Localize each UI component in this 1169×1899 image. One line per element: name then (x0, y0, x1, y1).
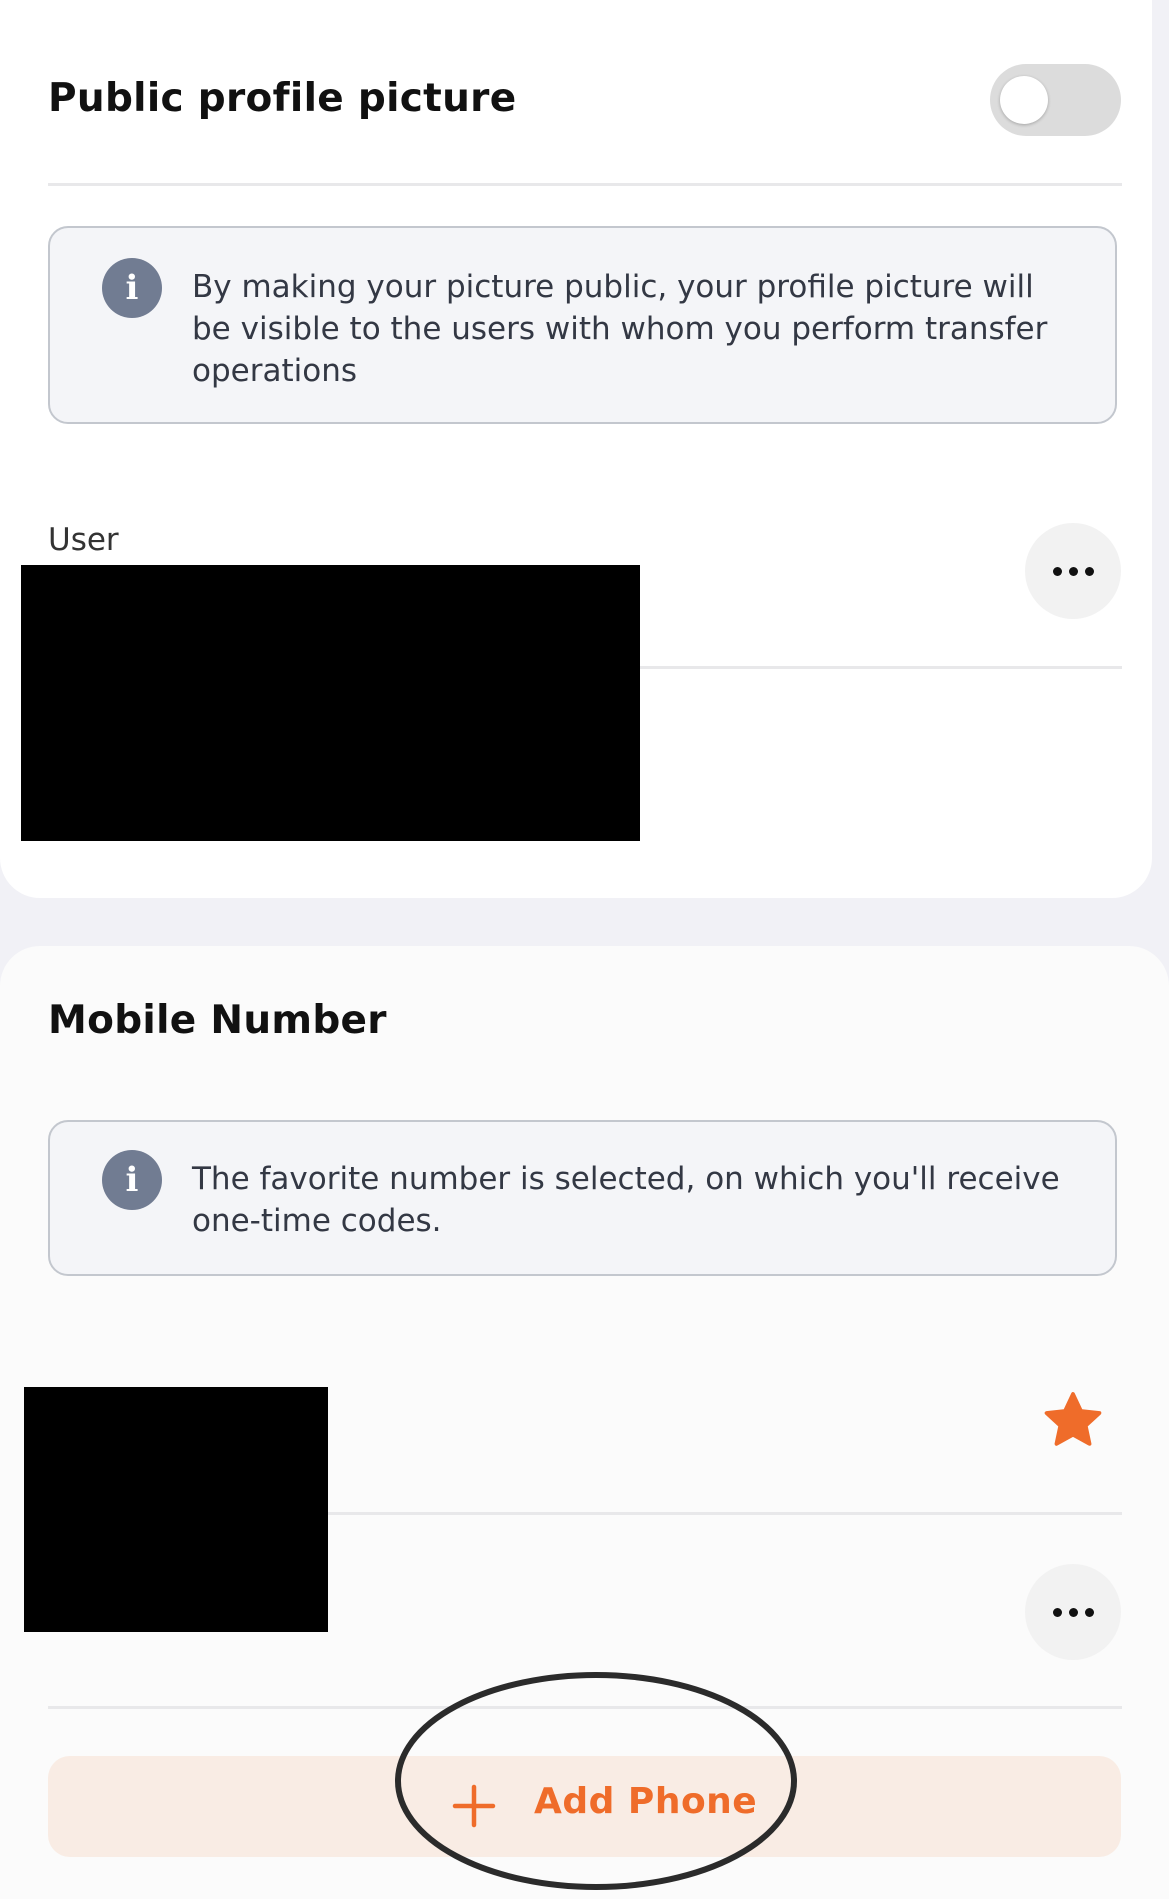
phone-more-button[interactable] (1025, 1564, 1121, 1660)
plus-icon (452, 1784, 496, 1828)
public-profile-picture-title: Public profile picture (48, 76, 517, 121)
profile-card: Public profile picture i By making your … (0, 0, 1152, 898)
profile-picture-info-box: i By making your picture public, your pr… (48, 226, 1117, 424)
add-phone-label: Add Phone (534, 1781, 758, 1822)
profile-picture-info-text: By making your picture public, your prof… (192, 269, 1048, 389)
mobile-number-title: Mobile Number (48, 998, 387, 1043)
favorite-star-icon[interactable] (1040, 1388, 1106, 1454)
divider (48, 1706, 1122, 1709)
toggle-knob (1000, 76, 1048, 124)
divider (640, 666, 1122, 669)
info-icon: i (102, 1150, 162, 1210)
mobile-number-info-text: The favorite number is selected, on whic… (192, 1161, 1060, 1239)
public-profile-toggle[interactable] (990, 64, 1121, 136)
user-more-button[interactable] (1025, 523, 1121, 619)
user-label: User (48, 522, 119, 558)
mobile-number-info-box: i The favorite number is selected, on wh… (48, 1120, 1117, 1276)
more-horizontal-icon (1052, 1607, 1062, 1617)
redacted-phone-number (24, 1387, 328, 1632)
redacted-user-info (21, 565, 640, 841)
divider (328, 1512, 1122, 1515)
add-phone-button[interactable]: Add Phone (48, 1756, 1121, 1857)
info-icon: i (102, 258, 162, 318)
divider (48, 183, 1122, 186)
more-horizontal-icon (1052, 566, 1062, 576)
